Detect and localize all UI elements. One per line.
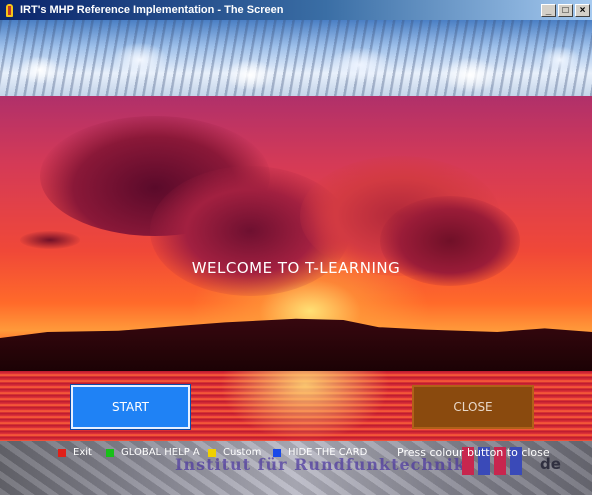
red-key-icon (58, 448, 66, 457)
start-button[interactable]: START (70, 384, 191, 430)
close-hint: Press colour button to close (397, 446, 550, 459)
minimize-button[interactable]: _ (541, 3, 556, 17)
blue-key-icon (273, 448, 281, 457)
maximize-button[interactable]: □ (558, 3, 573, 17)
sunset-background: WELCOME TO T-LEARNING START CLOSE (0, 96, 592, 441)
legend-label: Custom (223, 447, 262, 458)
close-window-button[interactable]: × (575, 3, 590, 17)
mountain-silhouette (0, 318, 592, 374)
title-bar[interactable]: IRT's MHP Reference Implementation - The… (0, 0, 592, 20)
welcome-heading: WELCOME TO T-LEARNING (191, 259, 401, 277)
app-icon (3, 3, 16, 17)
legend-label: HIDE THE CARD (288, 447, 368, 458)
cloud (20, 231, 80, 249)
legend-item-hide-card: HIDE THE CARD (273, 447, 367, 458)
legend-label: Exit (73, 447, 92, 458)
app-window: IRT's MHP Reference Implementation - The… (0, 0, 592, 495)
legend-item-custom: Custom (208, 447, 261, 458)
water-reflection (220, 371, 390, 441)
legend-item-exit: Exit (58, 447, 92, 458)
window-title: IRT's MHP Reference Implementation - The… (20, 4, 284, 16)
snow-forest-banner (0, 20, 592, 96)
yellow-key-icon (208, 448, 216, 457)
green-key-icon (106, 448, 114, 457)
legend-item-global-help: GLOBAL HELP A (106, 447, 200, 458)
legend-label: GLOBAL HELP A (121, 447, 200, 458)
footer-bar: Institut für Rundfunktechnik de Exit GLO… (0, 441, 592, 495)
close-button[interactable]: CLOSE (412, 385, 534, 429)
